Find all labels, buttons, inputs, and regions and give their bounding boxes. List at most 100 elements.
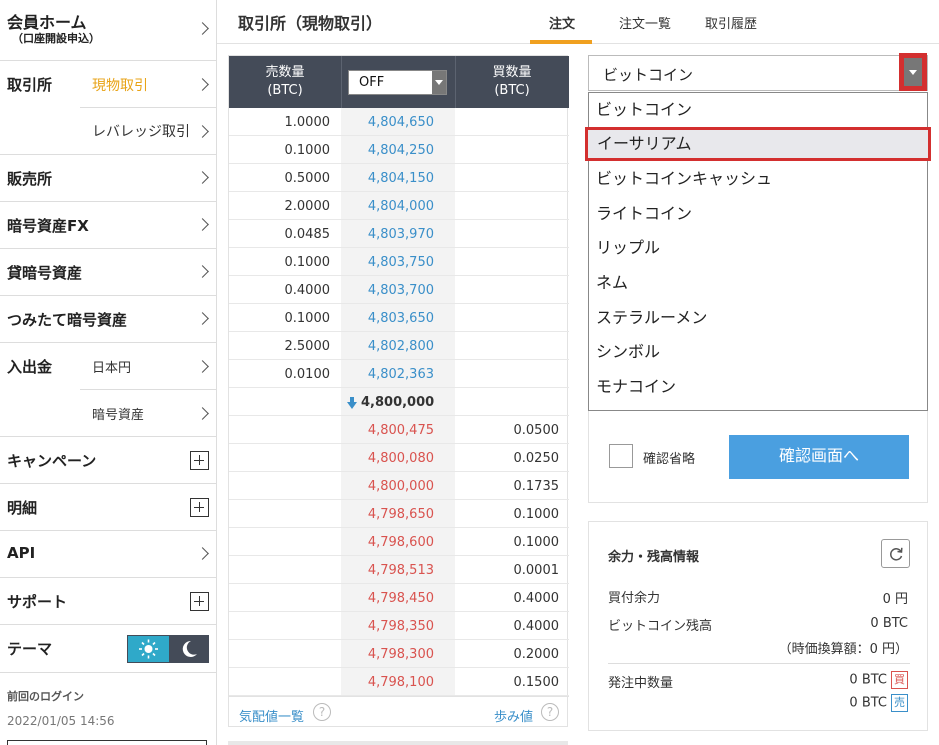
help-icon[interactable]: ?	[313, 703, 331, 721]
bid-row[interactable]: 4,798,100 0.1500	[229, 668, 569, 696]
sidebar-item-support[interactable]: サポート	[0, 578, 217, 625]
bid-qty: 0.1735	[513, 479, 560, 494]
bid-row[interactable]: 4,798,300 0.2000	[229, 640, 569, 668]
bid-row[interactable]: 4,800,000 0.1735	[229, 472, 569, 500]
sidebar-bottom-button[interactable]	[7, 740, 207, 745]
sidebar-item-lending[interactable]: 貸暗号資産	[0, 249, 217, 296]
bid-row[interactable]: 4,798,650 0.1000	[229, 500, 569, 528]
sidebar-item-statement[interactable]: 明細	[0, 484, 217, 531]
sidebar-item-api[interactable]: API	[0, 531, 217, 578]
ask-row[interactable]: 0.1000 4,804,250	[229, 136, 569, 164]
ask-price[interactable]: 4,803,650	[368, 311, 434, 326]
buy-power-label: 買付余力	[608, 591, 661, 606]
theme-dark-button[interactable]	[169, 636, 209, 662]
ask-price[interactable]: 4,804,000	[368, 199, 434, 214]
bid-price[interactable]: 4,800,080	[368, 451, 434, 466]
coin-option[interactable]: ネム	[589, 266, 927, 300]
ask-row[interactable]: 1.0000 4,804,650	[229, 108, 569, 136]
sidebar-item-crypto[interactable]: 暗号資産	[80, 390, 217, 437]
ask-qty: 0.0100	[284, 367, 331, 382]
sidebar-item-crypto-fx[interactable]: 暗号資産FX	[0, 202, 217, 249]
bid-price[interactable]: 4,798,450	[368, 591, 434, 606]
sidebar-item-jpy[interactable]: 日本円	[80, 343, 217, 390]
sidebar-item-member-home[interactable]: 会員ホーム （口座開設申込）	[0, 0, 217, 61]
coin-option[interactable]: ステラルーメン	[589, 301, 927, 335]
plus-icon	[190, 498, 209, 517]
bid-price[interactable]: 4,800,000	[368, 479, 434, 494]
coin-option[interactable]: ライトコイン	[589, 197, 927, 231]
page-header: 取引所（現物取引） 注文 注文一覧 取引履歴	[217, 0, 939, 44]
trade-ticks-link[interactable]: 歩み値	[494, 706, 533, 725]
ask-row[interactable]: 0.0485 4,803,970	[229, 220, 569, 248]
sidebar-item-campaign[interactable]: キャンペーン	[0, 437, 217, 484]
price-group-select[interactable]: OFF	[348, 70, 447, 95]
sidebar-group-label: 取引所	[7, 76, 53, 94]
coin-select[interactable]: ビットコイン	[588, 55, 928, 91]
bid-qty: 0.1500	[513, 675, 560, 690]
sidebar-item-leverage[interactable]: レバレッジ取引	[80, 108, 217, 155]
bid-row[interactable]: 4,798,450 0.4000	[229, 584, 569, 612]
bid-row[interactable]: 4,798,513 0.0001	[229, 556, 569, 584]
sidebar-item-sales[interactable]: 販売所	[0, 155, 217, 202]
theme-light-button[interactable]	[128, 636, 169, 662]
tab-order[interactable]: 注文	[549, 13, 575, 32]
chevron-down-icon[interactable]	[899, 53, 927, 91]
bid-price[interactable]: 4,798,513	[368, 563, 434, 578]
refresh-button[interactable]	[881, 539, 910, 568]
order-book-footer: 気配値一覧 ? 歩み値 ?	[229, 696, 569, 728]
ask-price[interactable]: 4,802,800	[368, 339, 434, 354]
tab-trade-history[interactable]: 取引履歴	[705, 13, 757, 32]
ask-row[interactable]: 0.1000 4,803,650	[229, 304, 569, 332]
ask-row[interactable]: 0.5000 4,804,150	[229, 164, 569, 192]
coin-option[interactable]: シンボル	[589, 335, 927, 369]
ask-qty: 1.0000	[284, 115, 331, 130]
bid-price[interactable]: 4,798,650	[368, 507, 434, 522]
ask-row[interactable]: 2.5000 4,802,800	[229, 332, 569, 360]
bid-price[interactable]: 4,798,600	[368, 535, 434, 550]
confirm-screen-button[interactable]: 確認画面へ	[729, 435, 909, 479]
ask-price[interactable]: 4,803,700	[368, 283, 434, 298]
sidebar-group-deposit: 入出金 日本円 暗号資産	[0, 343, 217, 437]
btc-balance-value: 0 BTC	[870, 616, 908, 631]
ask-price[interactable]: 4,802,363	[368, 367, 434, 382]
ask-price[interactable]: 4,804,650	[368, 115, 434, 130]
coin-dropdown-list: ビットコイン イーサリアム ビットコインキャッシュ ライトコイン リップル ネム ステラルー…	[585, 92, 931, 411]
bid-qty: 0.1000	[513, 535, 560, 550]
ask-row[interactable]: 0.1000 4,803,750	[229, 248, 569, 276]
ask-price[interactable]: 4,804,150	[368, 171, 434, 186]
sidebar-item-spot[interactable]: 現物取引	[80, 61, 217, 108]
ask-row[interactable]: 0.0100 4,802,363	[229, 360, 569, 388]
bid-price[interactable]: 4,800,475	[368, 423, 434, 438]
chevron-down-icon[interactable]	[432, 71, 446, 94]
coin-option[interactable]: リップル	[589, 231, 927, 265]
coin-option[interactable]: イーサリアム	[585, 126, 931, 161]
tab-order-list[interactable]: 注文一覧	[619, 13, 671, 32]
sidebar-item-tsumitate[interactable]: つみたて暗号資産	[0, 296, 217, 343]
bid-price[interactable]: 4,798,100	[368, 675, 434, 690]
bid-price[interactable]: 4,798,300	[368, 647, 434, 662]
sidebar-group-label: 入出金	[7, 358, 53, 376]
order-panel: ビットコイン ビットコイン イーサリアム ビットコインキャッシュ ライトコイン リップル…	[585, 53, 931, 503]
bid-row[interactable]: 4,798,350 0.4000	[229, 612, 569, 640]
plus-icon	[190, 451, 209, 470]
coin-option[interactable]: ビットコイン	[589, 93, 927, 127]
confirm-skip-checkbox[interactable]	[609, 444, 633, 468]
chevron-right-icon	[196, 78, 209, 91]
coin-option[interactable]: ビットコインキャッシュ	[589, 162, 927, 196]
theme-toggle[interactable]	[127, 635, 209, 663]
ask-price[interactable]: 4,803,970	[368, 227, 434, 242]
price-group-select-value: OFF	[359, 75, 385, 90]
bid-row[interactable]: 4,800,080 0.0250	[229, 444, 569, 472]
ask-row[interactable]: 2.0000 4,804,000	[229, 192, 569, 220]
quotes-list-link[interactable]: 気配値一覧	[239, 706, 304, 725]
ask-row[interactable]: 0.4000 4,803,700	[229, 276, 569, 304]
coin-option[interactable]: モナコイン	[589, 370, 927, 404]
ask-price[interactable]: 4,804,250	[368, 143, 434, 158]
bid-row[interactable]: 4,798,600 0.1000	[229, 528, 569, 556]
bid-row[interactable]: 4,800,475 0.0500	[229, 416, 569, 444]
bid-price[interactable]: 4,798,350	[368, 619, 434, 634]
pending-qty-label: 発注中数量	[608, 676, 674, 691]
chevron-right-icon	[196, 312, 209, 325]
ask-price[interactable]: 4,803,750	[368, 255, 434, 270]
help-icon[interactable]: ?	[541, 703, 559, 721]
